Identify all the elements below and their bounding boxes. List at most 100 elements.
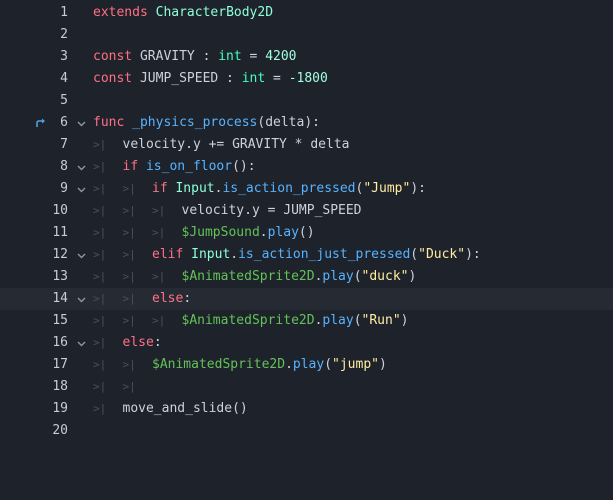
code-text[interactable]: >| >| >| velocity.y = JUMP_SPEED [93, 200, 362, 222]
code-text[interactable]: extends CharacterBody2D [93, 2, 273, 24]
code-line[interactable]: 7 >| velocity.y += GRAVITY * delta [0, 134, 613, 156]
code-token: : [183, 291, 192, 306]
line-number: 19 [52, 401, 68, 416]
code-line[interactable]: 1 extends CharacterBody2D [0, 2, 613, 24]
code-token: Input [191, 247, 231, 262]
code-text[interactable]: >| if is_on_floor(): [93, 156, 256, 178]
line-number: 9 [60, 181, 68, 196]
code-text[interactable]: const GRAVITY : int = 4200 [93, 46, 297, 68]
line-number: 15 [52, 313, 68, 328]
code-editor[interactable]: 1 extends CharacterBody2D 2 3 const GRAVITY … [0, 0, 613, 500]
line-number: 20 [52, 423, 68, 438]
code-line[interactable]: 15 >| >| >| $AnimatedSprite2D.play("Run") [0, 310, 613, 332]
code-token: else [152, 291, 184, 306]
code-token: "duck" [361, 269, 409, 284]
line-number: 8 [60, 159, 68, 174]
code-line[interactable]: 12 >| >| elif Input.is_action_just_pressed(… [0, 244, 613, 266]
tab-indent-marker: >| [93, 402, 107, 415]
code-text[interactable]: >| velocity.y += GRAVITY * delta [93, 134, 349, 156]
tab-indent-marker: >| [93, 336, 107, 349]
code-line[interactable]: 10 >| >| >| velocity.y = JUMP_SPEED [0, 200, 613, 222]
code-text[interactable]: >| >| else: [93, 288, 191, 310]
line-number: 3 [60, 49, 68, 64]
code-line[interactable]: 9 >| >| if Input.is_action_pressed("Jump"): [0, 178, 613, 200]
code-token: . [285, 357, 293, 372]
code-line[interactable]: 20 [0, 420, 613, 442]
code-token: "Jump" [363, 181, 411, 196]
code-line[interactable]: 14 >| >| else: [0, 288, 613, 310]
tab-indent-marker: >| [152, 226, 166, 239]
code-text[interactable]: >| >| [93, 376, 152, 398]
line-number: 13 [52, 269, 68, 284]
code-token: func [93, 115, 125, 130]
code-token: $AnimatedSprite2D [181, 313, 315, 328]
tab-indent-marker: >| [93, 226, 107, 239]
chevron-down-icon[interactable] [74, 244, 88, 266]
code-line[interactable]: 5 [0, 90, 613, 112]
code-token: velocity.y += GRAVITY * delta [122, 137, 350, 152]
code-line[interactable]: 6 func _physics_process(delta): [0, 112, 613, 134]
code-text[interactable]: >| >| >| $JumpSound.play() [93, 222, 315, 244]
tab-indent-marker: >| [93, 292, 107, 305]
tab-indent-marker: >| [93, 358, 107, 371]
code-line[interactable]: 4 const JUMP_SPEED : int = -1800 [0, 68, 613, 90]
code-text[interactable]: const JUMP_SPEED : int = -1800 [93, 68, 328, 90]
code-line[interactable]: 19 >| move_and_slide() [0, 398, 613, 420]
code-text[interactable]: >| move_and_slide() [93, 398, 248, 420]
line-number: 14 [52, 291, 68, 306]
tab-indent-marker: >| [122, 270, 136, 283]
code-token: ( [353, 313, 362, 328]
code-line[interactable]: 11 >| >| >| $JumpSound.play() [0, 222, 613, 244]
chevron-down-icon[interactable] [74, 332, 88, 354]
code-token: play [267, 225, 299, 240]
tab-indent-marker: >| [122, 358, 136, 371]
code-token: elif [152, 247, 184, 262]
code-token: "jump" [332, 357, 379, 372]
code-line[interactable]: 3 const GRAVITY : int = 4200 [0, 46, 613, 68]
code-token: (): [232, 159, 256, 174]
code-text[interactable]: func _physics_process(delta): [93, 112, 320, 134]
code-line[interactable]: 18 >| >| [0, 376, 613, 398]
code-token: _physics_process [132, 115, 258, 130]
code-token: : [153, 335, 162, 350]
chevron-down-icon[interactable] [74, 156, 88, 178]
code-line[interactable]: 8 >| if is_on_floor(): [0, 156, 613, 178]
code-line[interactable]: 16 >| else: [0, 332, 613, 354]
code-text[interactable]: >| >| if Input.is_action_pressed("Jump"): [93, 178, 426, 200]
tab-indent-marker: >| [93, 380, 107, 393]
chevron-down-icon[interactable] [74, 178, 88, 200]
tab-indent-marker: >| [122, 204, 136, 217]
code-token: ): [465, 247, 481, 262]
code-token: move_and_slide() [122, 401, 248, 416]
code-line[interactable]: 2 [0, 24, 613, 46]
code-text[interactable]: >| else: [93, 332, 162, 354]
code-token: ) [400, 313, 409, 328]
code-line[interactable]: 13 >| >| >| $AnimatedSprite2D.play("duck") [0, 266, 613, 288]
code-text[interactable]: >| >| >| $AnimatedSprite2D.play("Run") [93, 310, 409, 332]
code-token: const [93, 49, 133, 64]
line-number: 18 [52, 379, 68, 394]
code-token: 4200 [265, 49, 297, 64]
chevron-down-icon[interactable] [74, 288, 88, 310]
line-number: 7 [60, 137, 68, 152]
code-token: int [241, 71, 266, 86]
code-token: ( [324, 357, 333, 372]
code-token: ): [410, 181, 426, 196]
code-token: GRAVITY : [132, 49, 219, 64]
chevron-down-icon[interactable] [74, 112, 88, 134]
tab-indent-marker: >| [93, 182, 107, 195]
code-text[interactable]: >| >| >| $AnimatedSprite2D.play("duck") [93, 266, 416, 288]
tab-indent-marker: >| [122, 182, 136, 195]
code-token: . [230, 247, 239, 262]
code-token: const [93, 71, 133, 86]
code-text[interactable]: >| >| $AnimatedSprite2D.play("jump") [93, 354, 387, 376]
tab-indent-marker: >| [152, 204, 166, 217]
line-number: 10 [52, 203, 68, 218]
code-token: play [322, 313, 354, 328]
code-line[interactable]: 17 >| >| $AnimatedSprite2D.play("jump") [0, 354, 613, 376]
code-token: $AnimatedSprite2D [152, 357, 286, 372]
code-text[interactable]: >| >| elif Input.is_action_just_pressed("D… [93, 244, 481, 266]
code-token: ) [408, 269, 417, 284]
